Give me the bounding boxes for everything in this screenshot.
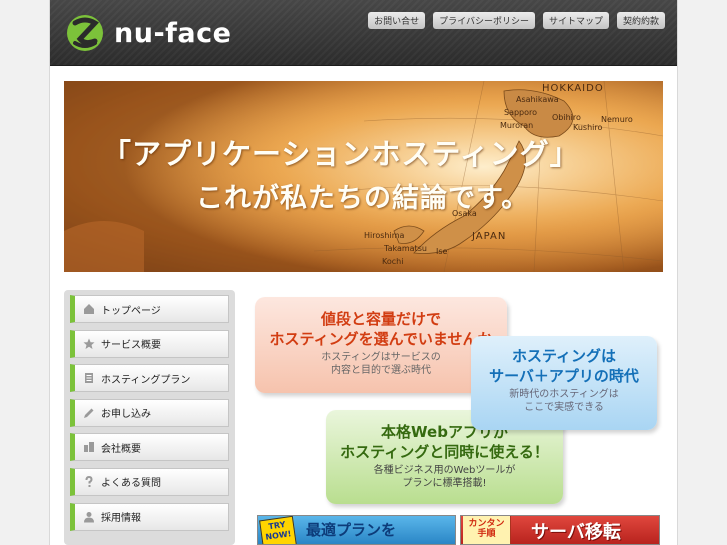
map-label: Takamatsu [384, 244, 427, 253]
sidebar-item-label: よくある質問 [101, 478, 161, 490]
home-icon [83, 303, 95, 315]
feature-bubble-server-apps[interactable]: ホスティングは サーバ＋アプリの時代 新時代のホスティングは ここで実感できる [471, 336, 657, 430]
person-icon [83, 511, 95, 523]
bubble-headline: ホスティングを選んでいませんか [269, 330, 493, 348]
sidebar-item-label: ホスティングプラン [101, 374, 191, 386]
hero-banner: HOKKAIDO Asahikawa Sapporo Muroran Nemur… [64, 81, 663, 272]
sidebar-item-label: トップページ [101, 305, 161, 317]
map-label: Kochi [382, 257, 404, 266]
pencil-icon [83, 407, 95, 419]
bubble-subtext: ここで実感できる [524, 402, 604, 413]
top-nav: お問い合せ プライバシーポリシー サイトマップ 契約約款 [368, 12, 665, 29]
banner-text: サーバ移転 [531, 522, 621, 543]
right-gutter [677, 0, 727, 545]
feature-bubble-choose[interactable]: 値段と容量だけで ホスティングを選んでいませんか ホスティングはサービスの 内容… [255, 297, 507, 393]
main-container: nu-face お問い合せ プライバシーポリシー サイトマップ 契約約款 HOK… [50, 0, 677, 545]
logo-mark-icon [67, 15, 103, 51]
sidebar-item-label: お申し込み [101, 409, 151, 421]
sidebar-item-faq[interactable]: よくある質問 [70, 467, 229, 496]
topnav-terms[interactable]: 契約約款 [616, 12, 665, 29]
site-header: nu-face お問い合せ プライバシーポリシー サイトマップ 契約約款 [50, 0, 677, 66]
map-label: Asahikawa [516, 95, 559, 104]
document-icon [83, 372, 95, 384]
map-label: Sapporo [504, 108, 538, 117]
topnav-contact[interactable]: お問い合せ [368, 12, 426, 29]
sidebar-item-label: 会社概要 [101, 443, 141, 455]
banner-text: 最適プランを [306, 521, 397, 539]
sidebar-item-apply[interactable]: お申し込み [70, 398, 229, 427]
sidebar-nav: トップページ サービス概要 ホスティングプラン お申し込み 会社概要 よくある質… [64, 290, 235, 545]
map-label: Ise [436, 247, 448, 256]
map-label-hokkaido: HOKKAIDO [542, 83, 604, 94]
sidebar-item-label: 採用情報 [101, 513, 141, 525]
bubble-headline: 値段と容量だけで [320, 310, 441, 328]
sidebar-item-plans[interactable]: ホスティングプラン [70, 364, 229, 393]
topnav-privacy[interactable]: プライバシーポリシー [433, 12, 535, 29]
bubble-subtext: 新時代のホスティングは [509, 389, 619, 400]
bubble-subtext: 内容と目的で選ぶ時代 [331, 365, 431, 376]
left-gutter [0, 0, 50, 545]
bubble-headline: ホスティングは [511, 347, 617, 365]
server-migration-banner[interactable]: カンタン 手順 サーバ移転 [460, 515, 660, 545]
logo-text: nu-face [114, 17, 232, 49]
sidebar-item-service[interactable]: サービス概要 [70, 329, 229, 358]
hero-headline: 「アプリケーションホスティング」 [102, 137, 580, 171]
bubble-subtext: ホスティングはサービスの [321, 352, 441, 363]
map-label: Obihiro [552, 113, 581, 122]
question-icon [83, 475, 95, 488]
sidebar-item-label: サービス概要 [101, 340, 161, 352]
bubble-headline: ホスティングと同時に使える！ [340, 443, 549, 461]
map-label: Nemuro [601, 115, 633, 124]
sidebar-item-top[interactable]: トップページ [70, 295, 229, 323]
map-label-japan: JAPAN [472, 231, 507, 242]
bubble-subtext: 各種ビジネス用のWebツールが [373, 465, 516, 476]
map-label: Muroran [500, 121, 534, 130]
plan-finder-banner[interactable]: TRY NOW! 最適プランを [257, 515, 456, 545]
building-icon [83, 441, 95, 453]
logo[interactable]: nu-face [66, 9, 236, 57]
sidebar-item-recruit[interactable]: 採用情報 [70, 502, 229, 531]
sidebar-item-company[interactable]: 会社概要 [70, 433, 229, 462]
hero-subheadline: これが私たちの結論です。 [196, 183, 530, 214]
bubble-subtext: プランに標準搭載! [402, 478, 487, 489]
easy-steps-badge: カンタン 手順 [463, 516, 511, 544]
bubble-headline: サーバ＋アプリの時代 [489, 367, 639, 385]
page: nu-face お問い合せ プライバシーポリシー サイトマップ 契約約款 HOK… [0, 0, 727, 545]
topnav-sitemap[interactable]: サイトマップ [542, 12, 609, 29]
star-icon [83, 338, 95, 350]
try-now-badge: TRY NOW! [259, 516, 297, 544]
map-label: Hiroshima [364, 231, 405, 240]
